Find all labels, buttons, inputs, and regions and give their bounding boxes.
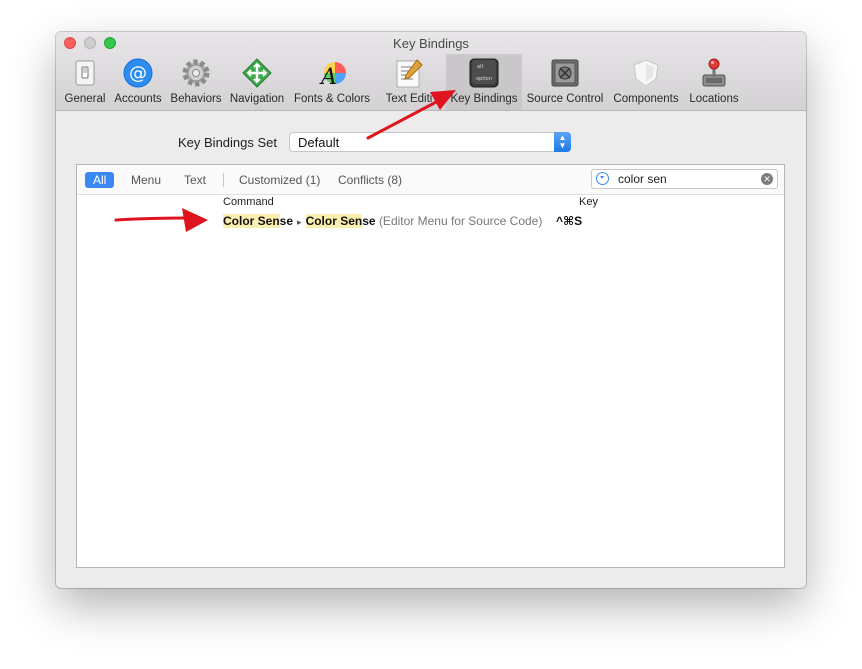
toolbar-item-accounts[interactable]: @ Accounts bbox=[112, 54, 164, 110]
command-name-rest: se bbox=[279, 214, 294, 228]
toolbar-label: Accounts bbox=[114, 93, 162, 105]
popup-stepper: ▲ ▼ bbox=[554, 132, 571, 152]
joystick-icon bbox=[698, 57, 730, 89]
gear-icon bbox=[180, 57, 212, 89]
toolbar-label: Components bbox=[613, 93, 679, 105]
scope-divider bbox=[223, 173, 224, 187]
search-input[interactable] bbox=[618, 171, 758, 187]
scope-conflicts[interactable]: Conflicts (8) bbox=[338, 172, 402, 188]
at-sign-icon: @ bbox=[122, 57, 154, 89]
search-match-highlight: Color Sen bbox=[305, 214, 363, 228]
search-field[interactable]: ✕ bbox=[591, 169, 778, 189]
filter-bar: All Menu Text Customized (1) Conflicts (… bbox=[77, 165, 784, 195]
scope-text[interactable]: Text bbox=[184, 172, 206, 188]
command-context: (Editor Menu for Source Code) bbox=[378, 214, 543, 228]
svg-text:@: @ bbox=[129, 63, 147, 84]
column-header-command[interactable]: Command bbox=[223, 196, 274, 208]
key-bindings-set-value: Default bbox=[298, 135, 340, 150]
option-key-bottom-label: option bbox=[476, 76, 492, 82]
shield-icon bbox=[630, 57, 662, 89]
font-color-icon: A bbox=[316, 57, 348, 90]
vault-icon bbox=[549, 57, 581, 89]
toolbar-label: Behaviors bbox=[170, 93, 222, 105]
toolbar-item-behaviors[interactable]: Behaviors bbox=[169, 54, 223, 110]
toolbar-label: Fonts & Colors bbox=[293, 93, 371, 105]
search-match-highlight: Color Sen bbox=[223, 214, 280, 228]
chevron-down-icon: ▼ bbox=[558, 141, 567, 150]
column-header-key[interactable]: Key bbox=[579, 196, 598, 208]
switch-icon bbox=[69, 57, 101, 89]
table-row[interactable]: Color Sense ▸ Color Sense (Editor Menu for… bbox=[223, 214, 542, 228]
scope-customized[interactable]: Customized (1) bbox=[239, 172, 320, 188]
toolbar-item-components[interactable]: Components bbox=[611, 54, 681, 110]
toolbar-item-locations[interactable]: Locations bbox=[686, 54, 742, 110]
toolbar-item-navigation[interactable]: Navigation bbox=[228, 54, 286, 110]
command-item-name: Color Sense bbox=[305, 214, 376, 228]
toolbar-item-source-control[interactable]: Source Control bbox=[525, 54, 605, 110]
toolbar-label: General bbox=[64, 93, 106, 105]
key-bindings-set-label: Key Bindings Set bbox=[178, 135, 278, 150]
scope-menu[interactable]: Menu bbox=[131, 172, 161, 188]
key-shortcut[interactable]: ^⌘S bbox=[556, 214, 582, 228]
key-bindings-pane: Key Bindings Set Default ▲ ▼ All Menu Te… bbox=[56, 111, 806, 588]
scope-all[interactable]: All bbox=[85, 172, 115, 188]
toolbar-label: Navigation bbox=[229, 93, 285, 105]
toolbar-label: Locations bbox=[689, 93, 739, 105]
window-title: Key Bindings bbox=[393, 36, 469, 51]
clear-search-icon[interactable]: ✕ bbox=[761, 173, 773, 185]
screenshot-stage: Key Bindings General @ Accounts Behavior… bbox=[0, 0, 862, 669]
svg-text:A: A bbox=[319, 65, 337, 89]
command-name-rest: se bbox=[362, 214, 376, 228]
annotation-arrow-row bbox=[114, 208, 208, 232]
command-menu-name: Color Sense bbox=[223, 214, 293, 228]
toolbar-item-general[interactable]: General bbox=[64, 54, 106, 110]
annotation-arrow-toolbar bbox=[366, 90, 456, 140]
option-key-top-label: alt bbox=[477, 64, 483, 70]
move-arrows-icon bbox=[241, 57, 273, 89]
path-separator-icon: ▸ bbox=[297, 217, 302, 227]
toolbar-label: Source Control bbox=[526, 93, 604, 105]
option-key-icon: alt option bbox=[468, 57, 500, 89]
search-filter-icon[interactable] bbox=[596, 172, 609, 185]
